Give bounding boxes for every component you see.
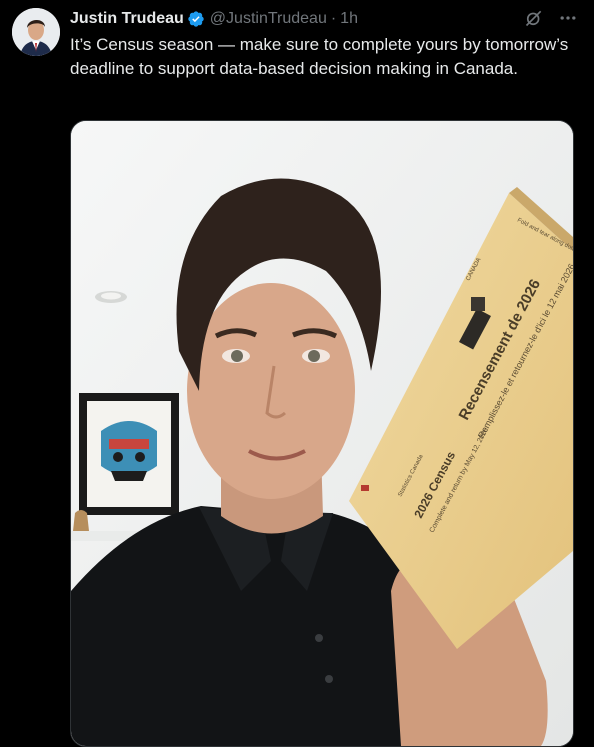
tweet-header: Justin Trudeau @JustinTrudeau · 1h — [70, 8, 578, 30]
canada-flag-mark — [361, 485, 369, 491]
tweet-article[interactable]: Justin Trudeau @JustinTrudeau · 1h It’s … — [0, 0, 594, 747]
author-handle[interactable]: @JustinTrudeau — [210, 8, 327, 30]
census-selfie-photo: Recensement de 2026 Remplissez-le et ret… — [71, 121, 573, 746]
census-qr-code — [471, 297, 485, 311]
header-actions — [524, 8, 578, 28]
grok-icon[interactable] — [524, 8, 544, 28]
verified-badge-icon — [187, 10, 205, 28]
framed-art — [79, 393, 179, 515]
avatar-image — [12, 8, 60, 56]
tweet-media-photo[interactable]: Recensement de 2026 Remplissez-le et ret… — [70, 120, 574, 747]
more-options-icon[interactable] — [558, 8, 578, 28]
separator-dot: · — [330, 10, 337, 27]
timestamp[interactable]: 1h — [340, 8, 358, 30]
tweet-text: It’s Census season — make sure to comple… — [70, 35, 569, 78]
avatar[interactable] — [12, 8, 60, 56]
author-display-name[interactable]: Justin Trudeau — [70, 8, 184, 30]
